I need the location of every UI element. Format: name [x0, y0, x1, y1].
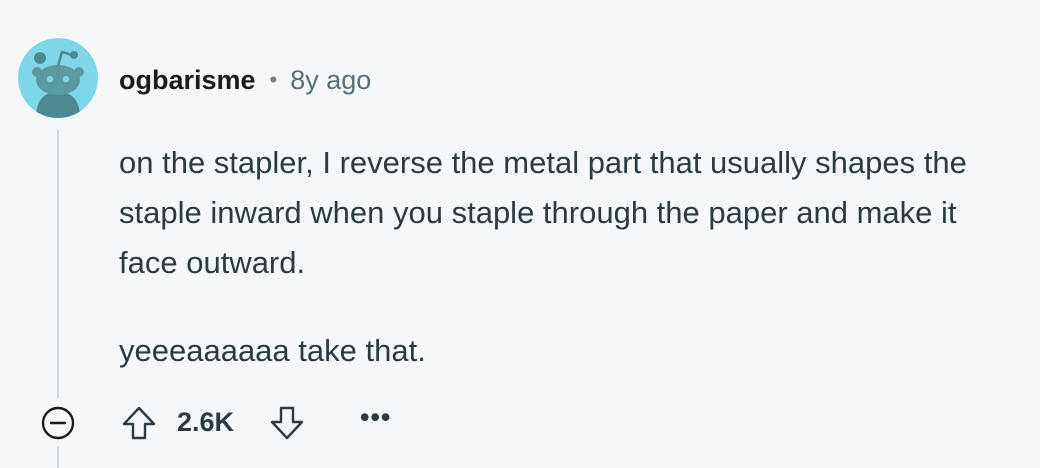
comment-timestamp[interactable]: 8y ago	[290, 65, 371, 96]
snoo-avatar-icon	[32, 50, 84, 118]
comment-paragraph: on the stapler, I reverse the metal part…	[119, 145, 967, 280]
comment-header: ogbarisme • 8y ago	[119, 60, 371, 100]
downvote-button[interactable]	[268, 404, 306, 442]
vote-score: 2.6K	[177, 407, 235, 437]
more-options-button[interactable]: •••	[360, 402, 391, 433]
comment-paragraph: yeeeaaaaaa take that.	[119, 333, 426, 368]
thread-line[interactable]	[57, 130, 59, 398]
comment-body: on the stapler, I reverse the metal part…	[119, 138, 1019, 376]
collapse-button[interactable]	[38, 403, 78, 443]
upvote-button[interactable]	[120, 404, 158, 442]
meta-separator: •	[269, 67, 278, 92]
comment: ogbarisme • 8y ago on the stapler, I rev…	[0, 0, 1040, 468]
author-username[interactable]: ogbarisme	[119, 65, 256, 96]
downvote-arrow-icon	[270, 406, 304, 440]
upvote-arrow-icon	[122, 406, 156, 440]
avatar[interactable]	[18, 38, 98, 118]
thread-line-continuation[interactable]	[57, 446, 59, 468]
comment-actions: 2.6K •••	[0, 398, 1040, 448]
collapse-minus-icon	[41, 406, 75, 440]
